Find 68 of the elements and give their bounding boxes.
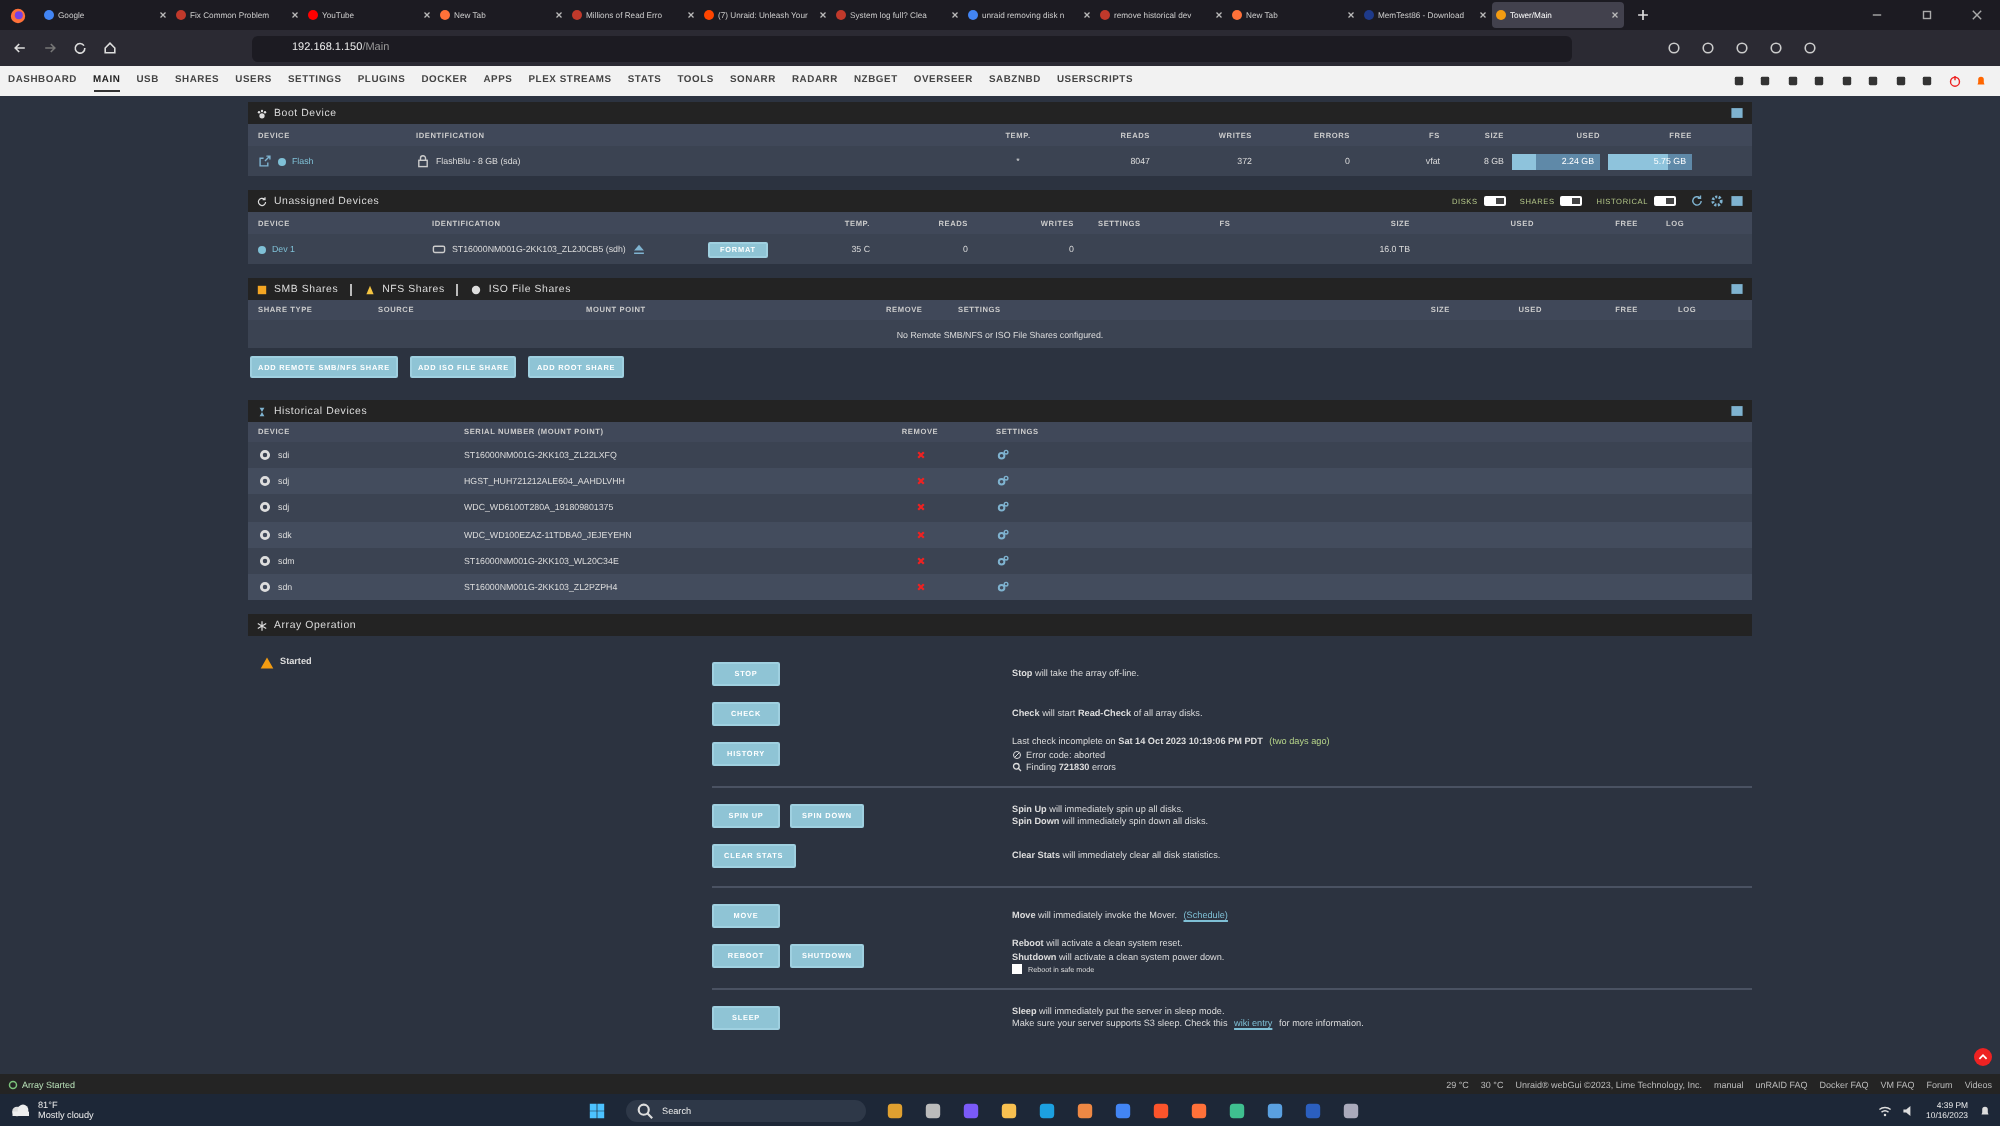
eject-icon[interactable]	[631, 242, 646, 256]
taskbar-app-icon[interactable]	[924, 1101, 942, 1119]
reload-icon[interactable]	[72, 40, 88, 56]
paw-icon	[256, 107, 268, 119]
snowflake-icon	[256, 619, 268, 632]
status-dot	[258, 245, 266, 253]
toolbar-icon[interactable]	[1666, 40, 1682, 56]
wifi-icon[interactable]	[1878, 1103, 1893, 1117]
toolbar-icon[interactable]	[1802, 40, 1818, 56]
search-icon	[1012, 762, 1022, 773]
power-icon[interactable]	[1947, 74, 1961, 88]
close-icon[interactable]	[158, 10, 168, 20]
taskbar-app-icon[interactable]	[1190, 1101, 1208, 1119]
drive-icon	[432, 242, 446, 256]
close-icon[interactable]	[1082, 10, 1092, 20]
close-icon[interactable]	[950, 10, 960, 20]
firefox-icon[interactable]	[10, 7, 26, 23]
taskbar-app-icon[interactable]	[1038, 1101, 1056, 1119]
checkbox[interactable]	[1012, 964, 1022, 975]
maximize-icon[interactable]	[1920, 8, 1934, 22]
taskbar-app-icon[interactable]	[1114, 1101, 1132, 1119]
external-link-icon[interactable]	[258, 154, 272, 168]
bell-icon[interactable]	[1974, 74, 1988, 88]
close-icon[interactable]	[818, 10, 828, 20]
scroll-up-icon[interactable]	[1974, 1048, 1992, 1066]
taskbar-app-icon[interactable]	[886, 1101, 904, 1119]
taskbar-app-icon[interactable]	[1152, 1101, 1170, 1119]
hourglass-icon	[256, 405, 268, 417]
close-icon[interactable]	[422, 10, 432, 20]
taskbar-app-icon[interactable]	[1000, 1101, 1018, 1119]
toolbar-icon[interactable]	[1734, 40, 1750, 56]
table-toggle-icon[interactable]	[1730, 282, 1744, 296]
close-icon[interactable]	[1970, 8, 1984, 22]
taskbar-app-icon[interactable]	[1342, 1101, 1360, 1119]
toggle-switch[interactable]	[1560, 196, 1583, 206]
status-icon	[8, 1079, 18, 1089]
close-icon[interactable]	[1610, 10, 1620, 20]
status-dot	[278, 157, 286, 165]
error-icon	[1012, 749, 1022, 760]
toolbar-icon[interactable]	[1700, 40, 1716, 56]
table-toggle-icon[interactable]	[1730, 106, 1744, 120]
minimize-icon[interactable]	[1870, 8, 1884, 22]
taskbar-app-icon[interactable]	[1266, 1101, 1284, 1119]
close-icon[interactable]	[1214, 10, 1224, 20]
close-icon[interactable]	[290, 10, 300, 20]
new-tab-icon[interactable]	[1636, 8, 1650, 22]
search-icon	[636, 1101, 654, 1119]
toggle-switch[interactable]	[1654, 196, 1676, 206]
disc-icon	[470, 283, 483, 295]
close-icon[interactable]	[1478, 10, 1488, 20]
refresh-icon	[256, 195, 268, 207]
taskbar-app-icon[interactable]	[1228, 1101, 1246, 1119]
back-icon[interactable]	[12, 40, 28, 56]
table-toggle-icon[interactable]	[1730, 404, 1744, 418]
lock-icon	[416, 154, 430, 168]
close-icon[interactable]	[1346, 10, 1356, 20]
notification-icon[interactable]	[1978, 1103, 1992, 1117]
home-icon[interactable]	[102, 40, 118, 56]
taskbar-app-icon[interactable]	[1076, 1101, 1094, 1119]
cloud-icon	[8, 1102, 32, 1118]
toolbar-icon[interactable]	[1768, 40, 1784, 56]
warning-icon	[260, 656, 274, 671]
table-toggle-icon[interactable]	[1730, 194, 1744, 208]
refresh-icon[interactable]	[1690, 194, 1704, 208]
close-icon[interactable]	[686, 10, 696, 20]
toggle-switch[interactable]	[1483, 196, 1506, 206]
forward-icon[interactable]	[42, 40, 58, 56]
close-icon[interactable]	[554, 10, 564, 20]
